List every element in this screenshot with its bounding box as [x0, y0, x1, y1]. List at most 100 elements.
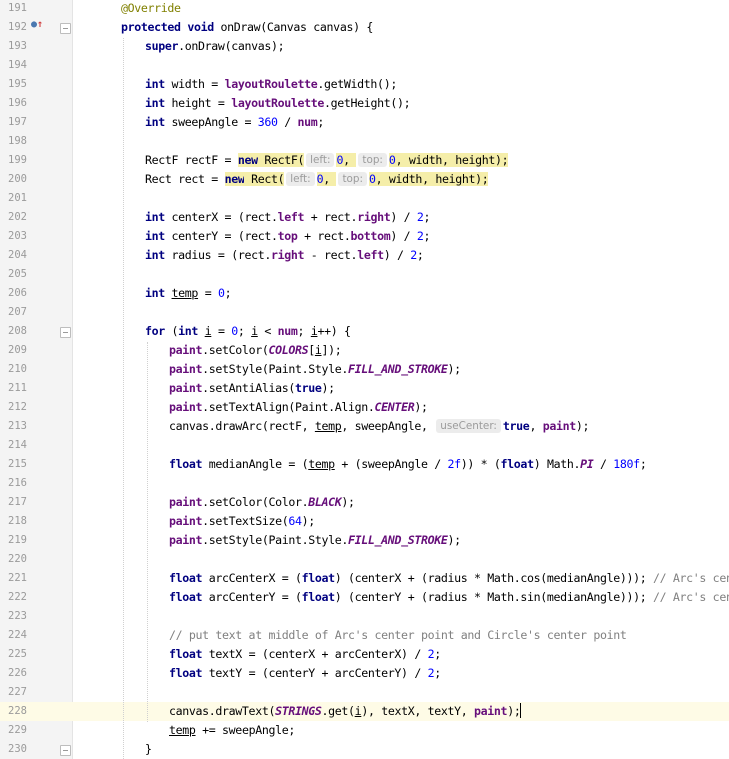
code-line[interactable]: 207 [0, 303, 729, 322]
code-line[interactable]: 216 [0, 474, 729, 493]
code-line[interactable]: 191 @Override [0, 0, 729, 18]
code-text[interactable]: // put text at middle of Arc's center po… [169, 626, 627, 645]
code-text[interactable]: paint.setTextSize(64); [169, 512, 315, 531]
code-line[interactable]: 209 paint.setColor(COLORS[i]); [0, 341, 729, 360]
line-number[interactable]: 225 [0, 645, 27, 664]
code-line[interactable]: 215 float medianAngle = (temp + (sweepAng… [0, 455, 729, 474]
line-number[interactable]: 196 [0, 94, 27, 113]
code-line[interactable]: 192 protected void onDraw(Canvas canvas) … [0, 18, 729, 37]
line-number[interactable]: 191 [0, 0, 27, 18]
line-number[interactable]: 213 [0, 417, 27, 436]
line-number[interactable]: 230 [0, 740, 27, 759]
line-number[interactable]: 198 [0, 132, 27, 151]
current-code-line[interactable]: 228 canvas.drawText(STRINGS.get(i), textX… [0, 702, 729, 721]
code-text[interactable]: int centerY = (rect.top + rect.bottom) /… [145, 227, 430, 246]
overriding-method-icon[interactable]: ●↑ [31, 20, 43, 30]
line-number[interactable]: 227 [0, 683, 27, 702]
code-line[interactable]: 198 [0, 132, 729, 151]
line-number[interactable]: 194 [0, 56, 27, 75]
line-number[interactable]: 201 [0, 189, 27, 208]
line-number[interactable]: 193 [0, 37, 27, 56]
line-number[interactable]: 216 [0, 474, 27, 493]
code-line[interactable]: 193 super.onDraw(canvas); [0, 37, 729, 56]
code-line[interactable]: 206 int temp = 0; [0, 284, 729, 303]
code-text[interactable]: RectF rectF = new RectF(left: 0, top: 0, w… [145, 151, 509, 170]
line-number[interactable]: 215 [0, 455, 27, 474]
code-text[interactable]: float medianAngle = (temp + (sweepAngle … [169, 455, 647, 474]
code-line[interactable]: 213 canvas.drawArc(rectF, temp, sweepAngl… [0, 417, 729, 436]
code-text[interactable]: float textY = (centerY + arcCenterY) / 2… [169, 664, 441, 683]
code-line[interactable]: 226 float textY = (centerY + arcCenterY) … [0, 664, 729, 683]
code-line[interactable]: 205 [0, 265, 729, 284]
code-text[interactable]: for (int i = 0; i < num; i++) { [145, 322, 351, 341]
code-text[interactable]: int centerX = (rect.left + rect.right) /… [145, 208, 430, 227]
code-text[interactable]: paint.setAntiAlias(true); [169, 379, 335, 398]
code-line[interactable]: 197 int sweepAngle = 360 / num; [0, 113, 729, 132]
line-number[interactable]: 221 [0, 569, 27, 588]
code-line[interactable]: 204 int radius = (rect.right - rect.left)… [0, 246, 729, 265]
code-line[interactable]: 208 for (int i = 0; i < num; i++) { [0, 322, 729, 341]
line-number[interactable]: 206 [0, 284, 27, 303]
line-number[interactable]: 217 [0, 493, 27, 512]
code-line[interactable]: 214 [0, 436, 729, 455]
code-text[interactable]: paint.setStyle(Paint.Style.FILL_AND_STRO… [169, 531, 461, 550]
code-line[interactable]: 230} [0, 740, 729, 759]
code-line[interactable]: 211 paint.setAntiAlias(true); [0, 379, 729, 398]
code-line[interactable]: 227 [0, 683, 729, 702]
line-number[interactable]: 209 [0, 341, 27, 360]
code-line[interactable]: 210 paint.setStyle(Paint.Style.FILL_AND_S… [0, 360, 729, 379]
code-text[interactable]: int radius = (rect.right - rect.left) / … [145, 246, 424, 265]
code-text[interactable]: int width = layoutRoulette.getWidth(); [145, 75, 397, 94]
code-line[interactable]: 201 [0, 189, 729, 208]
code-text[interactable]: paint.setColor(Color.BLACK); [169, 493, 355, 512]
code-text[interactable]: } [145, 740, 152, 759]
code-line[interactable]: 223 [0, 607, 729, 626]
code-line[interactable]: 202 int centerX = (rect.left + rect.right… [0, 208, 729, 227]
code-text[interactable]: paint.setTextAlign(Paint.Align.CENTER); [169, 398, 428, 417]
code-text[interactable]: canvas.drawText(STRINGS.get(i), textX, t… [169, 702, 522, 721]
line-number[interactable]: 197 [0, 113, 27, 132]
line-number[interactable]: 203 [0, 227, 27, 246]
code-text[interactable]: float textX = (centerX + arcCenterX) / 2… [169, 645, 441, 664]
fold-marker-icon[interactable] [60, 327, 71, 338]
line-number[interactable]: 205 [0, 265, 27, 284]
code-text[interactable]: paint.setColor(COLORS[i]); [169, 341, 342, 360]
line-number[interactable]: 211 [0, 379, 27, 398]
code-line[interactable]: 220 [0, 550, 729, 569]
code-text[interactable]: paint.setStyle(Paint.Style.FILL_AND_STRO… [169, 360, 461, 379]
line-number[interactable]: 226 [0, 664, 27, 683]
code-text[interactable]: int sweepAngle = 360 / num; [145, 113, 324, 132]
code-text[interactable]: super.onDraw(canvas); [145, 37, 285, 56]
code-line[interactable]: 212 paint.setTextAlign(Paint.Align.CENTER… [0, 398, 729, 417]
line-number[interactable]: 210 [0, 360, 27, 379]
line-number[interactable]: 223 [0, 607, 27, 626]
line-number[interactable]: 229 [0, 721, 27, 740]
code-text[interactable]: canvas.drawArc(rectF, temp, sweepAngle, … [169, 417, 589, 436]
fold-marker-icon[interactable] [60, 23, 71, 34]
code-line[interactable]: 196 int height = layoutRoulette.getHeight… [0, 94, 729, 113]
code-line[interactable]: 225 float textX = (centerX + arcCenterX) … [0, 645, 729, 664]
code-line[interactable]: 221 float arcCenterX = (float) (centerX +… [0, 569, 729, 588]
code-line[interactable]: 194 [0, 56, 729, 75]
code-line[interactable]: 217 paint.setColor(Color.BLACK); [0, 493, 729, 512]
code-line[interactable]: 224 // put text at middle of Arc's center… [0, 626, 729, 645]
code-line[interactable]: 199 RectF rectF = new RectF(left: 0, top: 0… [0, 151, 729, 170]
code-text[interactable]: Rect rect = new Rect(left: 0, top: 0, widt… [145, 170, 489, 189]
code-line[interactable]: 203 int centerY = (rect.top + rect.bottom… [0, 227, 729, 246]
line-number[interactable]: 220 [0, 550, 27, 569]
code-line[interactable]: 218 paint.setTextSize(64); [0, 512, 729, 531]
line-number[interactable]: 195 [0, 75, 27, 94]
code-editor[interactable]: 191 @Override 192 protected void onDraw(Can… [0, 0, 729, 759]
line-number[interactable]: 202 [0, 208, 27, 227]
line-number[interactable]: 208 [0, 322, 27, 341]
code-line[interactable]: 219 paint.setStyle(Paint.Style.FILL_AND_S… [0, 531, 729, 550]
line-number[interactable]: 219 [0, 531, 27, 550]
line-number[interactable]: 212 [0, 398, 27, 417]
line-number[interactable]: 228 [0, 702, 27, 721]
line-number[interactable]: 222 [0, 588, 27, 607]
line-number[interactable]: 224 [0, 626, 27, 645]
code-line[interactable]: 195 int width = layoutRoulette.getWidth()… [0, 75, 729, 94]
line-number[interactable]: 204 [0, 246, 27, 265]
code-text[interactable]: int temp = 0; [145, 284, 232, 303]
code-text[interactable]: protected void onDraw(Canvas canvas) { [121, 18, 373, 37]
